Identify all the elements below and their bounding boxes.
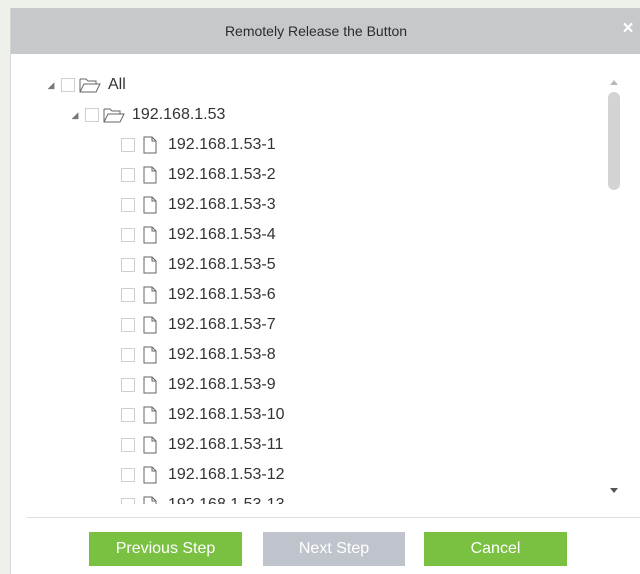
tree-node-label: 192.168.1.53-12 — [168, 466, 285, 483]
checkbox[interactable] — [85, 108, 99, 122]
document-icon — [139, 436, 161, 454]
previous-step-button[interactable]: Previous Step — [89, 532, 242, 566]
tree-node-door[interactable]: 192.168.1.53-6 — [121, 282, 276, 308]
document-icon — [139, 346, 161, 364]
tree-node-label: 192.168.1.53-5 — [168, 256, 276, 273]
tree-node-door[interactable]: 192.168.1.53-10 — [121, 402, 285, 428]
checkbox[interactable] — [121, 408, 135, 422]
tree-node-all[interactable]: ◢ All — [45, 72, 126, 98]
folder-open-icon — [103, 106, 125, 124]
checkbox[interactable] — [121, 138, 135, 152]
tree-node-door[interactable]: 192.168.1.53-9 — [121, 372, 276, 398]
expand-triangle-icon[interactable]: ◢ — [69, 110, 81, 121]
tree-node-door[interactable]: 192.168.1.53-11 — [121, 432, 283, 458]
checkbox[interactable] — [121, 228, 135, 242]
tree-node-label: 192.168.1.53-4 — [168, 226, 276, 243]
tree-node-door[interactable]: 192.168.1.53-5 — [121, 252, 276, 278]
tree-node-label: 192.168.1.53-10 — [168, 406, 285, 423]
tree-node-group[interactable]: ◢ 192.168.1.53 — [69, 102, 226, 128]
tree-node-door[interactable]: 192.168.1.53-13 — [121, 492, 285, 504]
tree-node-door[interactable]: 192.168.1.53-7 — [121, 312, 276, 338]
checkbox[interactable] — [121, 258, 135, 272]
document-icon — [139, 286, 161, 304]
vertical-scrollbar[interactable] — [605, 64, 625, 494]
tree-node-label: 192.168.1.53-11 — [168, 436, 284, 453]
checkbox[interactable] — [121, 198, 135, 212]
tree-node-door[interactable]: 192.168.1.53-4 — [121, 222, 276, 248]
next-step-button[interactable]: Next Step — [263, 532, 405, 566]
expand-triangle-icon[interactable]: ◢ — [45, 80, 57, 91]
folder-open-icon — [79, 76, 101, 94]
close-icon[interactable]: × — [621, 19, 635, 39]
door-tree: ◢ All ◢ 192.168.1.53 192.168.1.53-1 192.1… — [11, 54, 640, 504]
tree-node-label: All — [108, 76, 126, 93]
checkbox[interactable] — [61, 78, 75, 92]
scrollbar-thumb[interactable] — [608, 92, 620, 190]
tree-node-door[interactable]: 192.168.1.53-3 — [121, 192, 276, 218]
document-icon — [139, 496, 161, 504]
document-icon — [139, 316, 161, 334]
checkbox[interactable] — [121, 468, 135, 482]
checkbox[interactable] — [121, 348, 135, 362]
tree-node-door[interactable]: 192.168.1.53-1 — [121, 132, 276, 158]
checkbox[interactable] — [121, 288, 135, 302]
tree-node-label: 192.168.1.53-1 — [168, 136, 276, 153]
checkbox[interactable] — [121, 168, 135, 182]
tree-node-label: 192.168.1.53-2 — [168, 166, 276, 183]
tree-node-door[interactable]: 192.168.1.53-8 — [121, 342, 276, 368]
tree-node-label: 192.168.1.53 — [132, 106, 226, 123]
document-icon — [139, 166, 161, 184]
remote-release-dialog: Remotely Release the Button × ◢ All ◢ 19… — [10, 8, 640, 574]
tree-node-label: 192.168.1.53-7 — [168, 316, 276, 333]
tree-node-door[interactable]: 192.168.1.53-12 — [121, 462, 285, 488]
tree-node-label: 192.168.1.53-6 — [168, 286, 276, 303]
document-icon — [139, 256, 161, 274]
tree-node-label: 192.168.1.53-9 — [168, 376, 276, 393]
tree-node-door[interactable]: 192.168.1.53-2 — [121, 162, 276, 188]
dialog-title-bar: Remotely Release the Button × — [11, 8, 640, 54]
document-icon — [139, 226, 161, 244]
document-icon — [139, 196, 161, 214]
tree-node-label: 192.168.1.53-3 — [168, 196, 276, 213]
checkbox[interactable] — [121, 438, 135, 452]
document-icon — [139, 376, 161, 394]
document-icon — [139, 136, 161, 154]
scroll-up-arrow-icon[interactable] — [610, 80, 618, 85]
dialog-title: Remotely Release the Button — [224, 23, 408, 39]
checkbox[interactable] — [121, 498, 135, 504]
tree-node-label: 192.168.1.53-13 — [168, 496, 285, 504]
checkbox[interactable] — [121, 378, 135, 392]
scroll-down-arrow-icon[interactable] — [610, 488, 618, 493]
footer-divider — [27, 517, 640, 518]
checkbox[interactable] — [121, 318, 135, 332]
tree-node-label: 192.168.1.53-8 — [168, 346, 276, 363]
document-icon — [139, 466, 161, 484]
cancel-button[interactable]: Cancel — [424, 532, 567, 566]
document-icon — [139, 406, 161, 424]
